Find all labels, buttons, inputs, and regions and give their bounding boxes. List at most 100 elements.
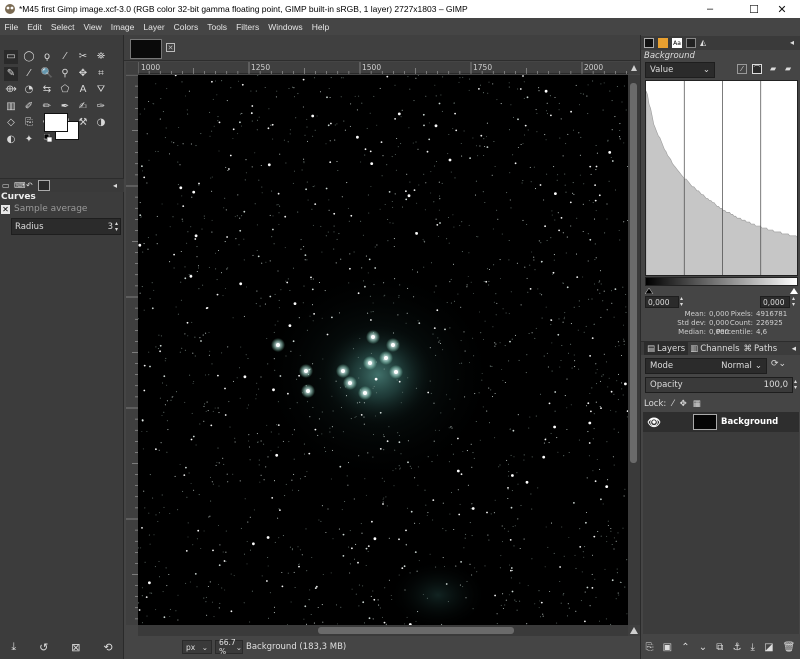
tab-paths[interactable]: ⌘ Paths xyxy=(742,344,780,354)
zoom-navigation-icon[interactable] xyxy=(628,625,640,636)
free-select-icon[interactable]: ϙ xyxy=(40,50,54,64)
undo-history-tab-icon[interactable]: ↶ xyxy=(26,181,33,190)
ellipse-select-icon[interactable]: ◯ xyxy=(22,50,36,64)
layers-dock-configure-icon[interactable]: ◂ xyxy=(792,344,796,354)
eraser-icon[interactable]: ◇ xyxy=(4,116,18,130)
restore-tool-preset-icon[interactable]: ↺ xyxy=(39,641,48,654)
tab-channels[interactable]: ▥ Channels xyxy=(688,344,741,354)
flip-icon[interactable]: ⇆ xyxy=(40,83,54,97)
merge-down-icon[interactable]: ⤓ xyxy=(751,642,755,653)
blur-icon[interactable]: ✦ xyxy=(22,133,36,147)
delete-layer-icon[interactable]: 🗑 xyxy=(783,642,796,653)
image-canvas[interactable] xyxy=(138,75,628,625)
channel-swatch-icon[interactable]: ▰ xyxy=(770,64,780,74)
lock-position-icon[interactable]: ✥ xyxy=(680,399,687,409)
image-tab-close-icon[interactable]: ✕ xyxy=(166,43,175,52)
menu-tools[interactable]: Tools xyxy=(203,22,232,32)
minimize-button[interactable]: – xyxy=(692,0,728,18)
menu-filters[interactable]: Filters xyxy=(232,22,264,32)
raise-layer-icon[interactable]: ⌃ xyxy=(681,642,689,653)
patterns-tab-icon[interactable] xyxy=(686,38,696,48)
rect-select-icon[interactable]: ▭ xyxy=(4,50,18,64)
convolve-icon[interactable]: ◐ xyxy=(4,133,18,147)
menu-view[interactable]: View xyxy=(79,22,106,32)
range-min-spinner-icon[interactable]: ▴ ▾ xyxy=(680,296,683,308)
vertical-scroll-thumb[interactable] xyxy=(630,83,637,463)
histogram-tab-icon[interactable]: ◭ xyxy=(700,38,706,47)
tab-layers[interactable]: ▤ Layers xyxy=(644,342,689,355)
fonts-tab-icon[interactable]: Aa xyxy=(672,38,682,48)
brushes-tab-icon[interactable] xyxy=(658,38,668,48)
menu-select[interactable]: Select xyxy=(46,22,79,32)
ink-icon[interactable]: ✍ xyxy=(76,100,90,114)
measure-icon[interactable]: ⚲ xyxy=(58,67,72,81)
lock-alpha-icon[interactable]: ▦ xyxy=(693,399,701,409)
foreground-color-swatch[interactable] xyxy=(44,113,68,132)
menu-windows[interactable]: Windows xyxy=(264,22,307,32)
close-window-button[interactable]: ✕ xyxy=(764,0,800,18)
range-min-field[interactable]: 0,000 xyxy=(645,296,679,308)
new-layer-group-icon[interactable]: ▣ xyxy=(663,642,672,653)
navigate-corner-icon[interactable] xyxy=(628,62,640,74)
save-tool-preset-icon[interactable]: ⤓ xyxy=(11,640,16,654)
tool-options-tab-icon[interactable]: ▭ xyxy=(2,181,10,190)
radius-spinner-icon[interactable]: ▴ ▾ xyxy=(115,220,118,233)
mypaint-brush-icon[interactable]: ✑ xyxy=(94,100,108,114)
unit-selector[interactable]: px ⌄ xyxy=(182,640,212,654)
text-icon[interactable]: A xyxy=(76,83,90,97)
layer-mask-icon[interactable]: ◪ xyxy=(764,642,773,653)
layer-mode-select[interactable]: Mode Normal ⌄ xyxy=(645,358,767,374)
reset-tool-options-icon[interactable]: ⟲ xyxy=(103,641,112,654)
horizontal-scrollbar[interactable] xyxy=(138,625,628,636)
composite-mode-icon[interactable]: ⟳⌄ xyxy=(771,359,786,369)
sample-average-checkbox[interactable]: ✕ xyxy=(1,204,10,214)
menu-file[interactable]: File xyxy=(0,22,23,32)
fuzzy-select-icon[interactable]: ⁄ xyxy=(58,50,72,64)
warp-transform-icon[interactable]: ◔ xyxy=(22,83,36,97)
menu-edit[interactable]: Edit xyxy=(23,22,47,32)
channel-select[interactable]: Value ⌄ xyxy=(645,62,715,78)
horizontal-ruler[interactable]: 1000 1250 1500 1750 2000 xyxy=(138,62,628,74)
range-max-field[interactable]: 0,000 xyxy=(760,296,790,308)
bucket-fill-icon[interactable]: ⛛ xyxy=(94,83,108,97)
layer-list-empty-area[interactable] xyxy=(643,432,799,634)
cage-transform-icon[interactable]: ⬠ xyxy=(58,83,72,97)
images-tab-icon[interactable] xyxy=(38,180,50,191)
horizontal-scroll-thumb[interactable] xyxy=(318,627,514,634)
new-layer-icon[interactable]: ⎘ xyxy=(646,642,654,653)
opacity-spinner-icon[interactable]: ▴ ▾ xyxy=(794,379,797,391)
menu-colors[interactable]: Colors xyxy=(169,22,203,32)
zoom-icon[interactable]: 🔍 xyxy=(40,67,54,81)
zoom-selector[interactable]: 66.7 % ⌄ xyxy=(215,638,243,656)
pencil-icon[interactable]: ✏ xyxy=(40,100,54,114)
scissors-icon[interactable]: ✂ xyxy=(76,50,90,64)
device-status-tab-icon[interactable]: ⌨ xyxy=(14,181,26,190)
delete-tool-preset-icon[interactable]: ⊠ xyxy=(71,641,80,654)
move-icon[interactable]: ✥ xyxy=(76,67,90,81)
dodge-burn-icon[interactable]: ◑ xyxy=(94,116,108,130)
gradient-icon[interactable]: ▥ xyxy=(4,100,18,114)
paintbrush-icon[interactable]: ✐ xyxy=(22,100,36,114)
rgb-swatch-icon[interactable]: ▰ xyxy=(785,64,795,74)
log-histogram-icon[interactable]: ⌒ xyxy=(752,64,762,74)
opacity-field[interactable]: Opacity 100,0 xyxy=(645,377,793,393)
lock-pixels-icon[interactable]: ⁄ xyxy=(672,399,673,409)
menu-help[interactable]: Help xyxy=(307,22,333,32)
unified-transform-icon[interactable]: ⟴ xyxy=(4,83,18,97)
layer-row-background[interactable]: 👁 Background xyxy=(643,412,799,432)
anchor-layer-icon[interactable]: ⚓ xyxy=(732,642,741,653)
paths-icon[interactable]: ✎ xyxy=(4,66,18,81)
range-slider[interactable] xyxy=(644,287,798,295)
clone-icon[interactable]: ⎘ xyxy=(22,116,36,130)
menu-image[interactable]: Image xyxy=(106,22,139,32)
histogram-graph[interactable] xyxy=(645,80,798,276)
color-picker-icon[interactable]: ⁄ xyxy=(22,67,36,81)
vertical-scrollbar[interactable] xyxy=(628,75,640,625)
lower-layer-icon[interactable]: ⌄ xyxy=(699,642,707,653)
radius-field[interactable]: Radius 3 ▴ ▾ xyxy=(11,218,121,235)
vertical-ruler[interactable] xyxy=(126,74,138,625)
fg-bg-tab-icon[interactable] xyxy=(644,38,654,48)
sample-average-row[interactable]: ✕ Sample average xyxy=(1,204,87,214)
duplicate-layer-icon[interactable]: ⧉ xyxy=(716,642,723,653)
foreground-select-icon[interactable]: ⛯ xyxy=(94,50,108,64)
